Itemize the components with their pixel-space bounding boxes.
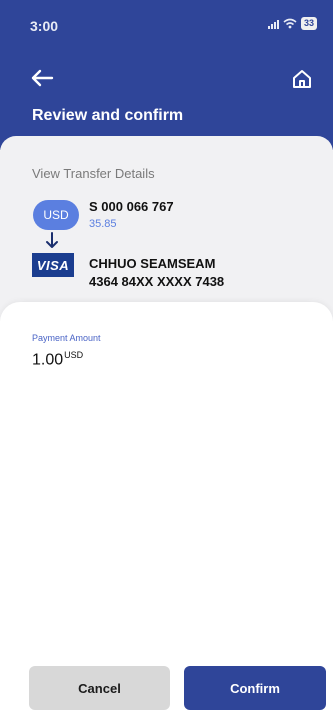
arrow-down-icon — [46, 232, 58, 248]
battery-icon: 33 — [300, 17, 317, 30]
page-title: Review and confirm — [32, 107, 184, 124]
back-arrow-icon[interactable] — [30, 68, 54, 88]
source-account-number: S 000 066 767 — [89, 199, 174, 214]
payment-amount-value: 1.00USD — [32, 350, 83, 369]
source-account-balance: 35.85 — [89, 218, 117, 230]
status-icons: 33 — [267, 17, 317, 30]
payment-amount-number: 1.00 — [32, 351, 64, 369]
signal-icon — [267, 19, 279, 29]
payment-amount-sheet: Payment Amount 1.00USD — [0, 302, 333, 711]
payment-amount-label: Payment Amount — [32, 333, 101, 343]
card-number: 4364 84XX XXXX 7438 — [89, 274, 225, 289]
visa-logo: VISA — [32, 253, 74, 277]
home-icon[interactable] — [291, 68, 313, 90]
section-label: View Transfer Details — [32, 166, 155, 181]
transfer-details-card: View Transfer Details USD S 000 066 767 … — [0, 136, 333, 321]
confirm-button[interactable]: Confirm — [184, 666, 326, 710]
wifi-icon — [283, 18, 297, 29]
source-currency-badge: USD — [33, 200, 79, 230]
app-header: 3:00 33 Review and confirm — [0, 0, 333, 150]
payment-amount-currency: USD — [64, 350, 84, 360]
status-time: 3:00 — [30, 18, 59, 34]
status-bar: 3:00 33 — [0, 0, 333, 40]
cancel-button[interactable]: Cancel — [29, 666, 170, 710]
card-holder-name: CHHUO SEAMSEAM — [89, 256, 216, 271]
